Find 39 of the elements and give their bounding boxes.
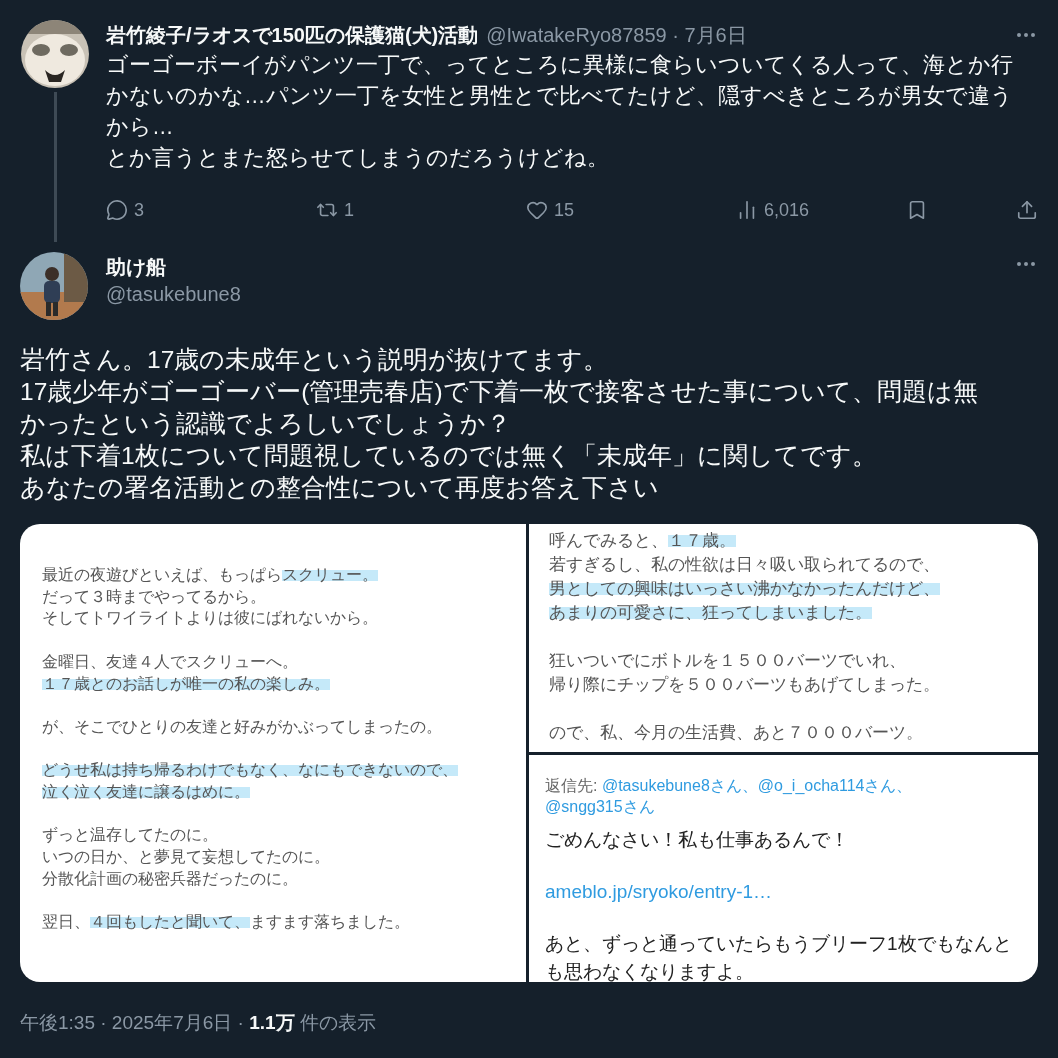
excerpt-line: ので、私、今月の生活費、あと７０００バーツ。	[549, 722, 924, 743]
tweet-text: 私は下着1枚について問題視しているのでは無く「未成年」に関してです。	[20, 441, 878, 471]
tweet-text: 岩竹さん。17歳の未成年という説明が抜けてます。	[20, 345, 610, 375]
tweet-text: あと、ずっと通っていたらもうブリーフ1枚でもなんとも思わなくなりますよ。	[545, 932, 1013, 982]
excerpt-line: 分散化計画の秘密兵器だったのに。	[42, 868, 299, 889]
excerpt-line: 狂いついでにボトルを１５００バーツでいれ、	[549, 650, 907, 671]
excerpt-line: 呼んでみると、１７歳。	[549, 530, 737, 551]
reply-icon	[106, 199, 128, 221]
excerpt-line: が、そこでひとりの友達と好みがかぶってしまったの。	[42, 716, 443, 737]
excerpt-line: いつの日か、と夢見て妄想してたのに。	[42, 847, 331, 868]
author-handle[interactable]: @tasukebune8	[106, 283, 241, 306]
tweet-text: 17歳少年がゴーゴーバー(管理売春店)で下着一枚で接客させた事について、問題は無かったという認識でよろしいでしょうか？	[20, 377, 979, 439]
reply-to-label: 返信先:	[545, 777, 598, 794]
excerpt-line: 翌日、４回もしたと聞いて、ますます落ちました。	[42, 912, 411, 933]
mention-link[interactable]: @sngg315さん	[545, 798, 655, 815]
heart-icon	[526, 199, 548, 221]
attached-image[interactable]	[20, 524, 1038, 982]
tweet-text: あなたの署名活動との整合性について再度お答え下さい	[20, 473, 660, 503]
excerpt-line: だって３時までやってるから。	[42, 586, 267, 607]
author-name[interactable]: 岩竹綾子/ラオスで150匹の保護猫(犬)活動	[106, 21, 479, 49]
views-button[interactable]: 6,016	[736, 199, 906, 221]
author-name[interactable]: 助け船	[106, 254, 241, 281]
excerpt-line: 金曜日、友達４人でスクリューへ。	[42, 651, 299, 672]
tweet-text: ごめんなさい！私も仕事あるんで！	[545, 828, 850, 852]
like-button[interactable]: 15	[526, 199, 736, 221]
excerpt-line: ずっと温存してたのに。	[42, 825, 219, 846]
excerpt-line: 最近の夜遊びといえば、もっぱらスクリュー。	[42, 565, 379, 585]
mention-link[interactable]: @tasukebune8さん、	[601, 777, 758, 794]
link[interactable]: ameblo.jp/sryoko/entry-1…	[545, 878, 1022, 906]
author-handle[interactable]: @IwatakeRyo87859 · 7月6日	[486, 21, 747, 49]
excerpt-line: 帰り際にチップを５００バーツもあげてしまった。	[549, 674, 941, 695]
repost-button[interactable]: 1	[316, 199, 526, 221]
mention-link[interactable]: @o_i_ocha114さん、	[757, 777, 913, 794]
reply-button[interactable]: 3	[106, 199, 316, 221]
tweet-text: ゴーゴーボーイがパンツ一丁で、ってところに異様に食らいついてくる人って、海とか行かないのかな…パンツ一丁を女性と男性とで比べてたけど、隠すべきところが男女で違うから…	[106, 52, 1014, 141]
timestamp-views: 午後1:35 · 2025年7月6日 · 1.1万 件の表示	[20, 1011, 377, 1035]
excerpt-line: そしてトワイライトよりは彼にばれないから。	[42, 608, 379, 629]
tweet-text: とか言うとまた怒らせてしまうのだろうけどね。	[106, 145, 610, 172]
excerpt-line: 若すぎるし、私の性欲は日々吸い取られてるので、	[549, 554, 941, 575]
